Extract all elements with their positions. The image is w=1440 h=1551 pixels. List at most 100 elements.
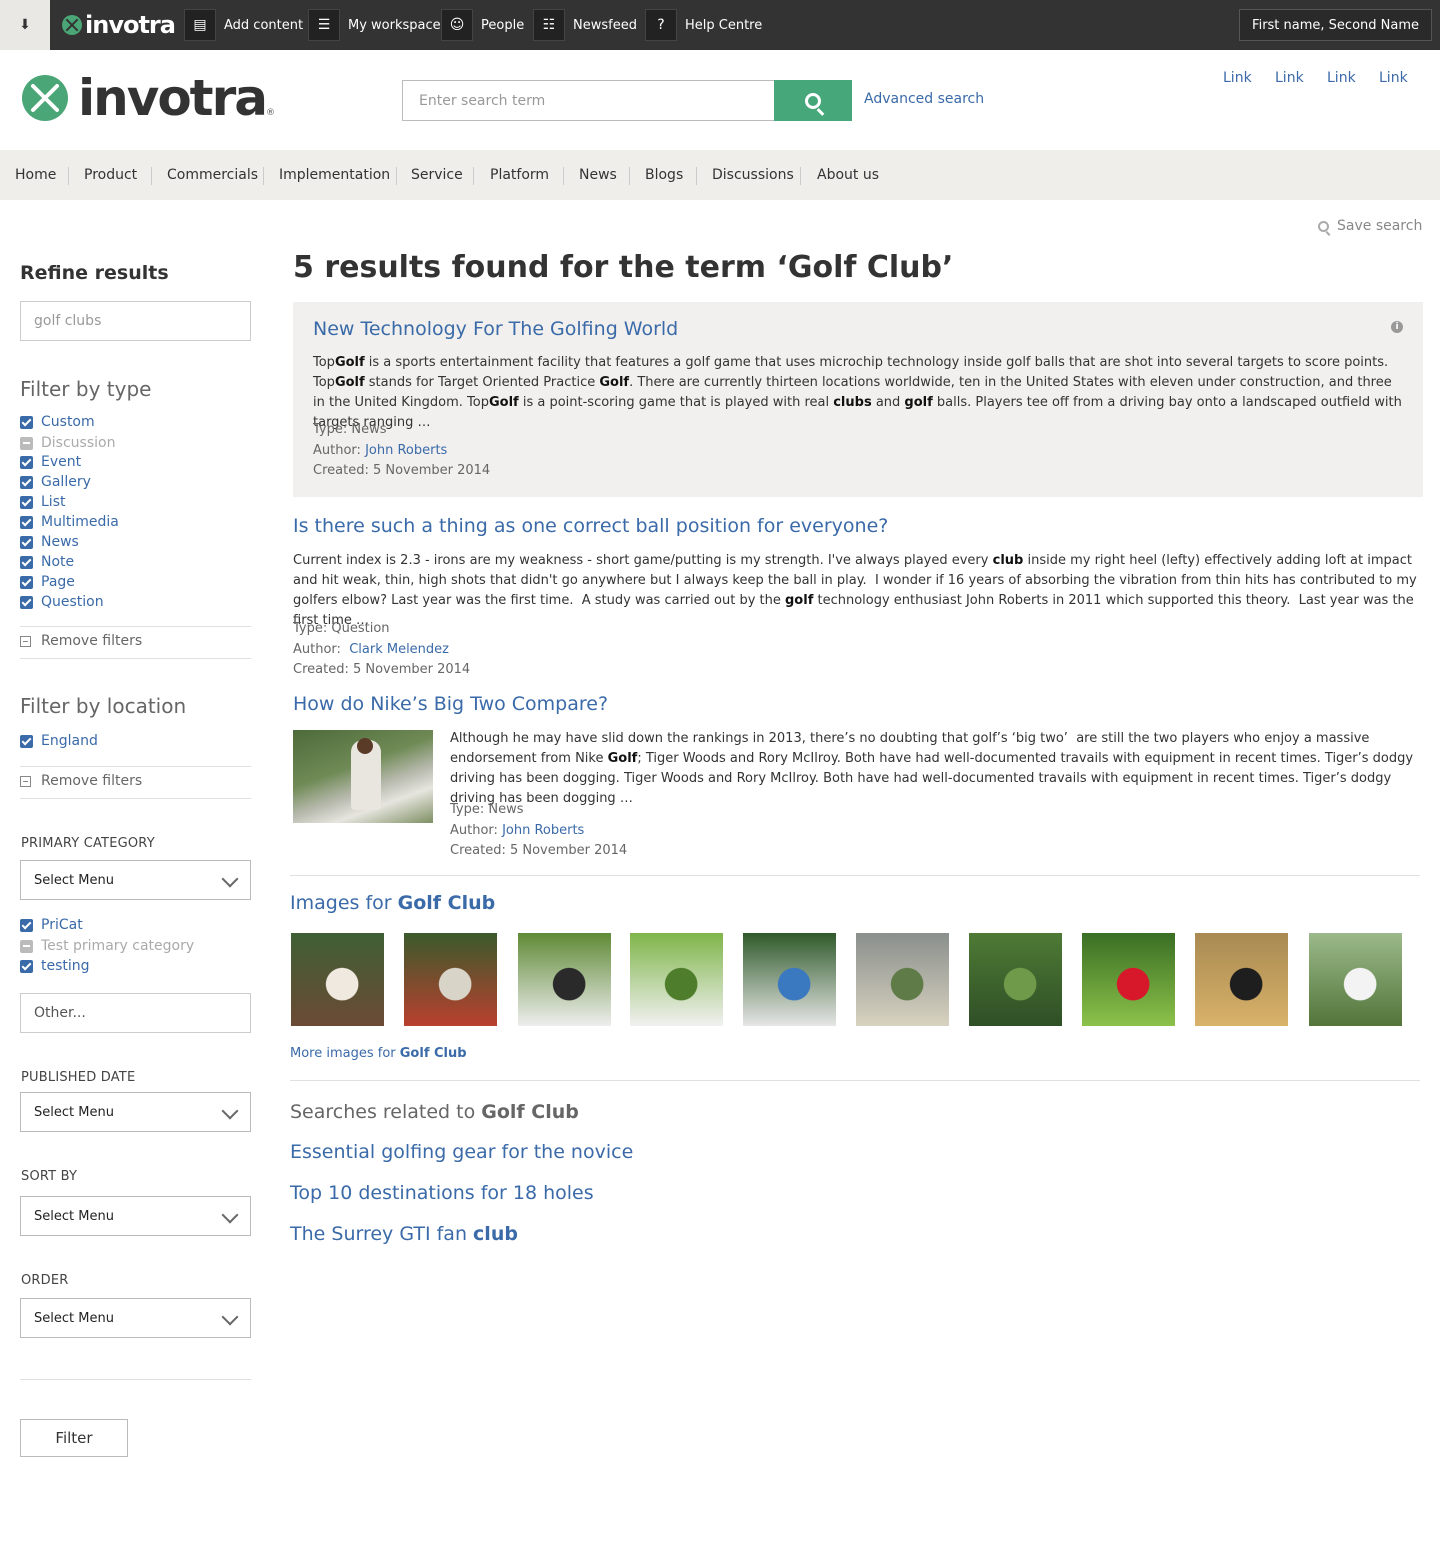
nav-service[interactable]: Service [411, 150, 463, 200]
topbar-brand-logo[interactable]: invotra [62, 11, 176, 39]
location-filter-england[interactable]: England [20, 732, 98, 750]
result-type: Type: Question [293, 621, 390, 636]
primary-category-select[interactable]: Select Menu [20, 860, 251, 900]
image-thumbnail-woman-golfer[interactable] [1309, 933, 1402, 1026]
nav-blogs[interactable]: Blogs [645, 150, 683, 200]
divider [20, 658, 251, 659]
result-title-1[interactable]: New Technology For The Golfing World [313, 318, 678, 340]
nav-news[interactable]: News [579, 150, 617, 200]
related-search-link-1[interactable]: Essential golfing gear for the novice [290, 1141, 633, 1163]
type-filter-news[interactable]: News [20, 533, 79, 551]
people-icon: ☺ [441, 9, 473, 41]
order-label: ORDER [21, 1273, 69, 1288]
result-meta-3: Type: News Author: John Roberts Created:… [450, 800, 627, 862]
type-filter-discussion[interactable]: Discussion [20, 434, 115, 452]
published-date-select[interactable]: Select Menu [20, 1092, 251, 1132]
type-filter-question[interactable]: Question [20, 593, 104, 611]
chevron-down-icon [221, 1308, 239, 1326]
more-images-link[interactable]: More images for Golf Club [290, 1046, 467, 1061]
header-link-2[interactable]: Link [1275, 70, 1304, 86]
primary-category-label: PRIMARY CATEGORY [21, 836, 155, 851]
checkbox-checked-icon [20, 415, 33, 429]
type-filter-custom[interactable]: Custom [20, 413, 95, 431]
info-icon[interactable]: i [1391, 321, 1403, 333]
nav-discussions[interactable]: Discussions [712, 150, 794, 200]
type-filter-gallery[interactable]: Gallery [20, 473, 91, 491]
image-thumbnail-green-course[interactable] [969, 933, 1062, 1026]
category-pricat[interactable]: PriCat [20, 916, 83, 934]
checkbox-checked-icon [20, 595, 33, 609]
author-link[interactable]: Clark Melendez [349, 642, 449, 657]
checkbox-checked-icon [20, 555, 33, 569]
type-filter-multimedia[interactable]: Multimedia [20, 513, 119, 531]
advanced-search-link[interactable]: Advanced search [864, 91, 984, 107]
type-filter-event[interactable]: Event [20, 453, 81, 471]
nav-divider [696, 167, 697, 185]
image-thumbnail-golfer-sunset[interactable] [1195, 933, 1288, 1026]
nav-product[interactable]: Product [84, 150, 137, 200]
header-link-4[interactable]: Link [1379, 70, 1408, 86]
nav-about-us[interactable]: About us [817, 150, 879, 200]
nav-home[interactable]: Home [15, 150, 56, 200]
filter-by-type-heading: Filter by type [20, 377, 152, 401]
image-thumbnail-red-golf-ball[interactable] [1082, 933, 1175, 1026]
image-thumbnail-club-on-tee[interactable] [743, 933, 836, 1026]
divider [20, 626, 251, 627]
divider [290, 875, 1420, 876]
remove-type-filters-button[interactable]: Remove filters [20, 633, 142, 649]
related-search-link-2[interactable]: Top 10 destinations for 18 holes [290, 1182, 594, 1204]
image-thumbnail-iron-and-ball[interactable] [630, 933, 723, 1026]
help-centre-button[interactable]: ? Help Centre [645, 9, 762, 41]
nav-platform[interactable]: Platform [490, 150, 549, 200]
author-label: Author: [293, 641, 341, 657]
header-link-1[interactable]: Link [1223, 70, 1252, 86]
search-input[interactable]: Enter search term [402, 80, 776, 121]
result-title-3[interactable]: How do Nike’s Big Two Compare? [293, 693, 608, 715]
result-title-2[interactable]: Is there such a thing as one correct bal… [293, 515, 888, 537]
add-content-button[interactable]: ▤ Add content [184, 9, 303, 41]
type-filter-note[interactable]: Note [20, 553, 74, 571]
invotra-mark-icon [62, 15, 82, 35]
user-menu-button[interactable]: First name, Second Name [1239, 9, 1432, 41]
category-testing[interactable]: testing [20, 957, 90, 975]
search-icon [1318, 220, 1329, 232]
nav-implementation[interactable]: Implementation [279, 150, 390, 200]
other-category-input[interactable]: Other... [20, 993, 251, 1033]
related-search-link-3[interactable]: The Surrey GTI fan club [290, 1223, 518, 1245]
author-link[interactable]: John Roberts [365, 443, 447, 458]
checkbox-checked-icon [20, 515, 33, 529]
people-button[interactable]: ☺ People [441, 9, 524, 41]
author-link[interactable]: John Roberts [502, 823, 584, 838]
my-workspace-button[interactable]: ☰ My workspace [308, 9, 441, 41]
nav-divider [68, 167, 69, 185]
site-logo[interactable]: invotra ® [22, 69, 275, 127]
remove-location-filters-button[interactable]: Remove filters [20, 773, 142, 789]
type-filter-page[interactable]: Page [20, 573, 75, 591]
image-thumbnail-golfer-portrait[interactable] [291, 933, 384, 1026]
save-search-button[interactable]: Save search [1318, 218, 1422, 234]
checkbox-checked-icon [20, 475, 33, 489]
checkbox-partial-icon [20, 939, 33, 953]
type-filter-list[interactable]: List [20, 493, 65, 511]
nav-commercials[interactable]: Commercials [167, 150, 258, 200]
image-thumbnail-mountain-course[interactable] [856, 933, 949, 1026]
newsfeed-button[interactable]: ☷ Newsfeed [533, 9, 637, 41]
filter-button[interactable]: Filter [20, 1419, 128, 1457]
result-type: Type: News [313, 422, 387, 437]
menu-toggle-button[interactable]: ⬇ [0, 0, 50, 50]
image-thumbnail-driver-and-ball[interactable] [518, 933, 611, 1026]
category-test-primary[interactable]: Test primary category [20, 937, 194, 955]
order-select[interactable]: Select Menu [20, 1298, 251, 1338]
nav-divider [563, 167, 564, 185]
sort-by-select[interactable]: Select Menu [20, 1196, 251, 1236]
header-link-3[interactable]: Link [1327, 70, 1356, 86]
nav-divider [473, 167, 474, 185]
collapse-icon [20, 635, 31, 647]
checkbox-checked-icon [20, 575, 33, 589]
result-thumbnail-golfer[interactable] [293, 730, 433, 823]
image-thumbnail-golf-bag-clubs[interactable] [404, 933, 497, 1026]
refine-input[interactable]: golf clubs [20, 301, 251, 341]
search-button[interactable] [774, 80, 852, 121]
refine-results-heading: Refine results [20, 262, 169, 284]
filter-by-location-heading: Filter by location [20, 694, 187, 718]
